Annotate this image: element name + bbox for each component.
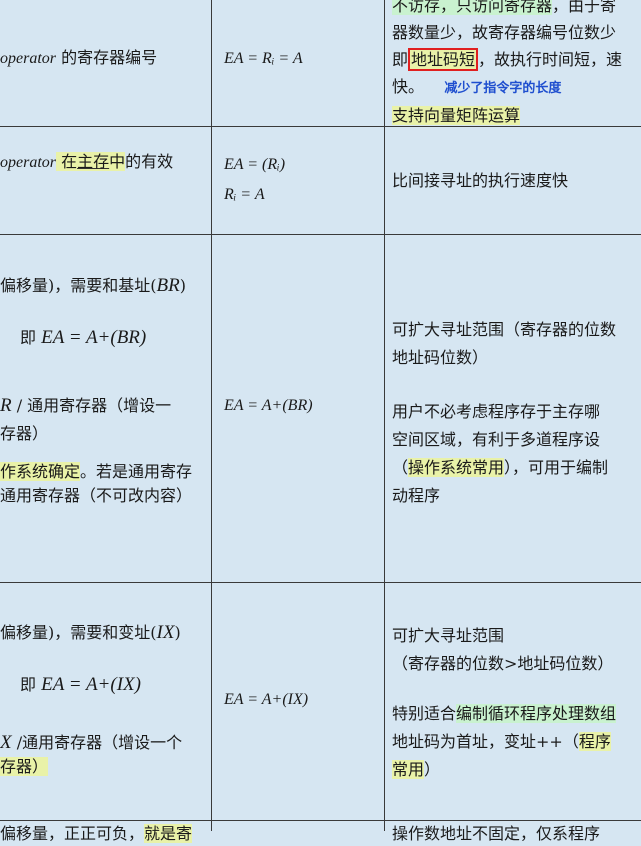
row3-desc-line4: 存器）	[0, 424, 49, 443]
row-divider-2	[0, 234, 641, 235]
row3-desc-line1: 偏移量)，需要和基址(	[0, 276, 157, 295]
row3-formula: EA = A+(BR)	[224, 397, 313, 414]
row3-desc-line6: 通用寄存器（不可改内容）	[0, 486, 193, 505]
row4-note-line2: （寄存器的位数>地址码位数）	[392, 654, 614, 673]
operator-term: operator	[0, 50, 56, 67]
row4-desc-line1-post: )	[174, 623, 181, 642]
row3-desc-line2-pre: 即	[20, 328, 42, 347]
row3-desc-line5-highlight: 作系统确定	[0, 462, 81, 481]
row-divider-4	[0, 820, 641, 821]
row5-desc-partial: 偏移量，正正可负，	[0, 824, 145, 843]
base-register-term: BR	[156, 275, 180, 296]
row4-note-line4-highlight: 程序	[578, 732, 611, 751]
row3-note-line5-highlight: 操作系统常用	[408, 458, 505, 477]
row1-note-line3: ，故执行时间短，速	[478, 50, 623, 69]
row1-note-boxed-text: 地址码短	[408, 48, 479, 71]
row1-description: operator 的寄存器编号	[0, 46, 157, 71]
row1-note-blue-annotation: 减少了指令字的长度	[444, 81, 562, 96]
row5-description-partial: 偏移量，正正可负，就是寄	[0, 822, 193, 846]
row4-desc-formula: EA = A+(IX)	[41, 674, 141, 695]
row3-desc-formula: EA = A+(BR)	[41, 327, 147, 348]
row2-formula: EA = (Rᵢ) Rᵢ = A	[224, 150, 285, 210]
row3-description: 偏移量)，需要和基址(BR) 即 EA = A+(BR) R / 通用寄存器（增…	[0, 274, 192, 508]
row-divider-3	[0, 582, 641, 583]
row2-desc-hl-post: 中	[109, 152, 126, 171]
row2-formula-line2: Rᵢ = A	[224, 186, 265, 203]
row2-note: 比间接寻址的执行速度快	[392, 171, 569, 190]
row4-note-line4-pre: 地址码为首址，变址++（	[392, 732, 579, 751]
register-term: R	[0, 395, 12, 416]
row3-desc-line3: / 通用寄存器（增设一	[11, 396, 172, 415]
row4-note-line1: 可扩大寻址范围	[392, 626, 505, 645]
row1-note-line2: 器数量少，故寄存器编号位数少	[392, 23, 617, 42]
row1-note-line4-pre: 快。	[392, 77, 425, 96]
row1-note: 不访存，只访问寄存器，由于寄 器数量少，故寄存器编号位数少 即地址码短 ，故执行时…	[392, 0, 622, 129]
row3-note-line1: 可扩大寻址范围（寄存器的位数	[392, 320, 617, 339]
row2-desc-rest: 的有效	[125, 152, 174, 171]
main-memory-term: 主存	[77, 152, 110, 171]
row1-note-line3-pre: 即	[392, 50, 409, 69]
column-divider-2	[384, 0, 385, 831]
row4-desc-line1: 偏移量)，需要和变址(	[0, 623, 157, 642]
row3-note-line6: 动程序	[392, 486, 441, 505]
row3-note-line5-pre: （	[392, 458, 409, 477]
row1-desc-text: 的寄存器编号	[56, 48, 158, 67]
row3-note: 可扩大寻址范围（寄存器的位数 地址码位数） 用户不必考虑程序存于主存哪 空间区域…	[392, 316, 616, 510]
row3-desc-line5: 。若是通用寄存	[80, 462, 193, 481]
row2-description: operator 在主存中的有效	[0, 150, 173, 175]
operator-term: operator	[0, 154, 56, 171]
row2-formula-line1: EA = (Rᵢ)	[224, 156, 286, 173]
row3-note-line4: 空间区域，有利于多道程序设	[392, 430, 601, 449]
row3-note-line3: 用户不必考虑程序存于主存哪	[392, 402, 601, 421]
row3-desc-line1-post: )	[179, 276, 186, 295]
row4-note-line3-pre: 特别适合	[392, 704, 457, 723]
row5-note-partial: 操作数地址不固定，仅系程序	[392, 824, 601, 843]
row4-note-line5: ）	[424, 760, 441, 779]
row4-description: 偏移量)，需要和变址(IX) 即 EA = A+(IX) X /通用寄存器（增设…	[0, 621, 182, 779]
row4-desc-line2-pre: 即	[20, 675, 42, 694]
row4-note-line5-highlight: 常用	[392, 760, 425, 779]
row1-formula: EA = Rᵢ = A	[224, 50, 303, 67]
row3-note-line5: ），可用于编制	[504, 458, 609, 477]
row5-desc-partial-highlight: 就是寄	[144, 824, 193, 843]
row1-note-line1: ，由于寄	[552, 0, 617, 15]
column-divider-1	[211, 0, 212, 831]
row4-note-line3-highlight: 编制循环程序处理数组	[456, 704, 617, 723]
register-term: X	[0, 732, 12, 753]
row4-note: 可扩大寻址范围 （寄存器的位数>地址码位数） 特别适合编制循环程序处理数组 地址…	[392, 622, 617, 784]
row1-note-line5-highlight: 支持向量矩阵运算	[392, 106, 521, 125]
row1-note-line1-highlight: 不访存，只访问寄存器	[392, 0, 553, 15]
row2-desc-hl-pre: 在	[56, 152, 78, 171]
row4-formula: EA = A+(IX)	[224, 691, 309, 708]
row4-desc-line3: /通用寄存器（增设一个	[11, 733, 183, 752]
index-register-term: IX	[156, 622, 175, 643]
row3-note-line2: 地址码位数）	[392, 348, 489, 367]
row4-desc-line4-highlight: 存器）	[0, 757, 49, 776]
